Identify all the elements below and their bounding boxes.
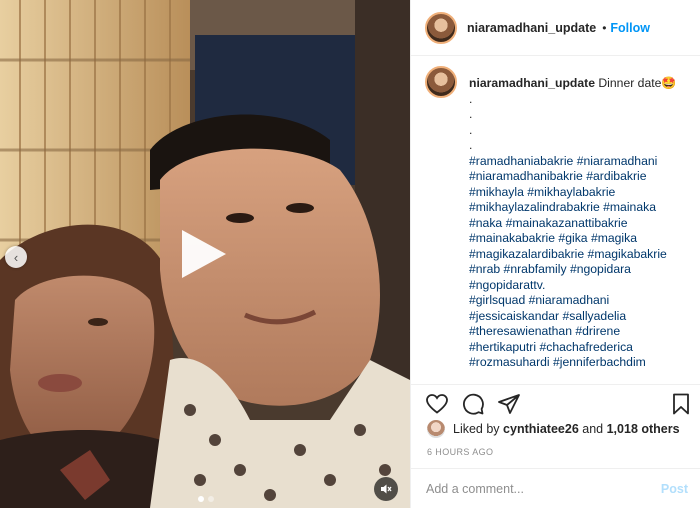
action-bar [411,384,700,420]
carousel-dot-1 [198,496,204,502]
speaker-muted-icon [381,484,392,494]
share-icon[interactable] [497,392,521,416]
liker-username[interactable]: cynthiatee26 [503,422,579,436]
instagram-post: ‹ niaramadhani_update • Follow niaramadh… [0,0,700,508]
likes-prefix: Liked by [453,422,500,436]
carousel-prev-button[interactable]: ‹ [5,246,27,268]
caption-dot-line: . [469,122,473,137]
caption-dot-line: . [469,91,473,106]
caption-dot-line: . [469,138,473,152]
author-avatar[interactable] [425,11,457,44]
hashtag-line[interactable]: #theresawienathan #drirene [469,324,677,340]
carousel-dot-2 [208,496,214,502]
hashtag-line[interactable]: #hertikaputri #chachafrederica [469,340,677,356]
likes-and: and [582,422,604,436]
caption-text: Dinner date🤩 [598,76,677,90]
caption: niaramadhani_update Dinner date🤩 . . . .… [425,66,690,380]
hashtag-line[interactable]: #girlsquad #niaramadhani [469,293,677,309]
hashtag-line[interactable]: #magikazalardibakrie #magikabakrie [469,247,677,263]
hashtag-line[interactable]: #ramadhaniabakrie #niaramadhani [469,154,677,170]
follow-button[interactable]: Follow [610,21,650,35]
hashtag-list: #ramadhaniabakrie #niaramadhani #niarama… [469,154,677,371]
comment-icon[interactable] [461,392,485,416]
caption-username[interactable]: niaramadhani_update [469,76,595,90]
header-separator: • [602,20,607,35]
hashtag-line[interactable]: #mainakabakrie #gika #magika [469,231,677,247]
hashtag-line[interactable]: #nrab #nrabfamily #ngopidara [469,262,677,278]
likes-count[interactable]: 1,018 others [607,422,680,436]
hashtag-line[interactable]: #ngopidarattv. [469,278,677,294]
comment-box: Post [411,468,700,508]
hashtag-line[interactable]: #niaramadhanibakrie #ardibakrie [469,169,677,185]
heart-icon[interactable] [425,392,449,416]
hashtag-line[interactable]: #mikhaylazalindrabakrie #mainaka [469,200,677,216]
caption-body: niaramadhani_update Dinner date🤩 . . . .… [469,66,677,380]
post-sidebar: niaramadhani_update • Follow niaramadhan… [410,0,700,508]
caption-author-avatar[interactable] [425,66,457,98]
caption-first-line: niaramadhani_update Dinner date🤩 [469,76,677,92]
hashtag-line[interactable]: #jessicaiskandar #sallyadelia [469,309,677,325]
hashtag-line[interactable]: #rozmasuhardi #jenniferbachdim [469,355,677,371]
comment-input[interactable] [426,481,661,496]
hashtag-line[interactable]: #naka #mainakazanattibakrie [469,216,677,232]
play-icon[interactable] [170,222,234,286]
hashtag-line[interactable]: #mikhayla #mikhaylabakrie [469,185,677,201]
carousel-indicator [198,496,214,502]
post-media[interactable]: ‹ [0,0,410,508]
author-username[interactable]: niaramadhani_update [467,21,596,35]
post-comment-button[interactable]: Post [661,482,688,496]
chevron-left-icon: ‹ [13,249,19,265]
liker-avatar[interactable] [427,420,445,438]
caption-dot-line: . [469,107,473,121]
post-header: niaramadhani_update • Follow [411,0,700,56]
bookmark-icon[interactable] [669,392,693,416]
mute-toggle-button[interactable] [374,477,398,501]
post-timestamp[interactable]: 6 HOURS AGO [427,447,493,457]
likes-summary: Liked by cynthiatee26 and 1,018 others [427,420,680,438]
